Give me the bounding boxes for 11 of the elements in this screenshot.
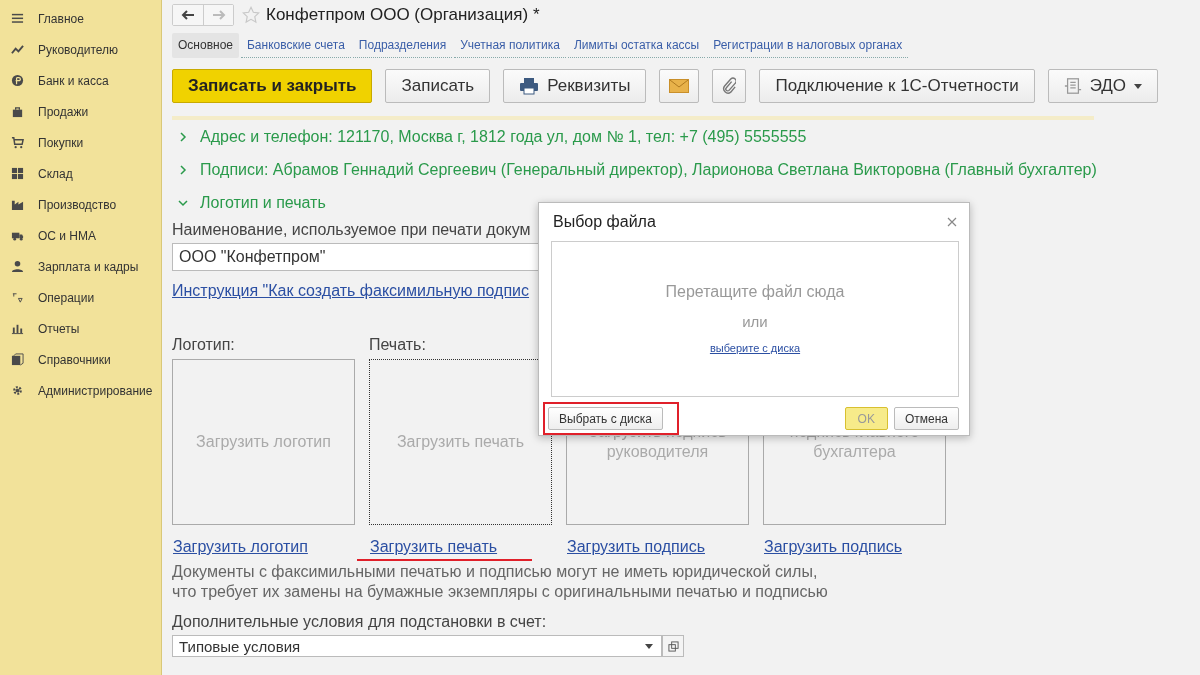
image-label: Печать: [369, 336, 427, 354]
upload-placeholder: Загрузить печать [396, 432, 525, 452]
drop-hint: Перетащите файл сюда [665, 283, 845, 302]
field-label: Наименование, используемое при печати докум [172, 221, 531, 239]
image-label: Логотип: [172, 336, 236, 354]
dialog-title: Выбор файла [553, 212, 656, 231]
warning-note: Документы с факсимильными печатью и подписью могут не иметь юридической силы, что требует их замены на бумажные экземпляры с оригинальными печатью и подписью [172, 562, 829, 602]
window-title: Конфетпром ООО (Организация) * [266, 5, 540, 25]
field-label: Дополнительные условия для подстановки в счет: [172, 613, 547, 631]
or-text: или [742, 313, 768, 331]
upload-placeholder: Загрузить логотип [196, 432, 331, 452]
